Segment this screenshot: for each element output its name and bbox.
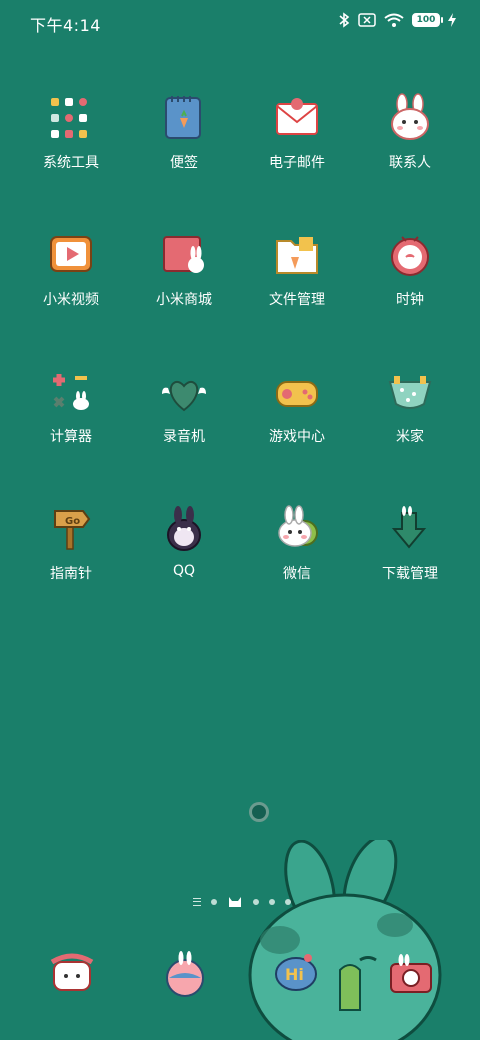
cat-page-icon	[229, 897, 241, 907]
app-label: 米家	[396, 429, 424, 445]
app-label: 小米视频	[43, 292, 99, 308]
app-label: 便签	[170, 155, 198, 171]
app-label: 计算器	[50, 429, 92, 445]
gamepad-icon	[271, 366, 323, 418]
app-label: 指南针	[50, 566, 92, 582]
app-label: 文件管理	[269, 292, 325, 308]
app-mi-store[interactable]: 小米商城	[129, 229, 239, 309]
alarm-clock-icon	[384, 229, 436, 281]
envelope-icon	[271, 92, 323, 144]
store-box-icon	[158, 229, 210, 281]
globe-bunny-icon[interactable]	[159, 948, 211, 1000]
app-qq[interactable]: QQ	[129, 503, 239, 579]
wifi-icon	[384, 13, 404, 27]
app-download-manager[interactable]: 下载管理	[355, 503, 465, 583]
bluetooth-icon	[339, 12, 350, 28]
status-icons: 100	[338, 12, 456, 28]
signpost-icon: Go	[45, 503, 97, 555]
svg-text:Hi: Hi	[285, 965, 304, 984]
floating-ball-icon[interactable]	[249, 802, 269, 822]
penguin-bunny-icon	[158, 503, 210, 555]
download-arrow-icon	[384, 503, 436, 555]
battery-indicator: 100	[412, 13, 443, 27]
app-label: 系统工具	[43, 155, 99, 171]
bunny-contact-icon	[384, 92, 436, 144]
folder-icon	[271, 229, 323, 281]
page-dot	[285, 899, 291, 905]
charging-icon	[448, 13, 456, 27]
app-email[interactable]: 电子邮件	[242, 92, 352, 172]
page-dot	[211, 899, 217, 905]
page-dot	[269, 899, 275, 905]
home-cloth-icon	[384, 366, 436, 418]
app-label: 小米商城	[156, 292, 212, 308]
status-bar: 下午4:14 100	[0, 0, 480, 44]
page-indicator[interactable]	[193, 892, 291, 912]
page-dot	[253, 899, 259, 905]
app-wechat[interactable]: 微信	[242, 503, 352, 583]
app-system-tools[interactable]: 系统工具	[16, 92, 126, 172]
no-sim-icon	[358, 13, 376, 27]
app-label: 录音机	[163, 429, 205, 445]
calculator-icon	[45, 366, 97, 418]
phone-bunny-icon[interactable]	[46, 948, 98, 1000]
app-file-manager[interactable]: 文件管理	[242, 229, 352, 309]
bunny-wallpaper-illustration	[248, 840, 442, 1040]
svg-text:Go: Go	[65, 516, 80, 527]
hi-chat-icon[interactable]: Hi	[272, 948, 324, 1000]
camera-bunny-icon[interactable]	[385, 948, 437, 1000]
app-label: 电子邮件	[269, 155, 325, 171]
dock: Hi	[0, 948, 480, 1008]
app-label: QQ	[172, 563, 196, 579]
app-compass[interactable]: Go 指南针	[16, 503, 126, 583]
app-notes[interactable]: 便签	[129, 92, 239, 172]
tools-grid-icon	[45, 92, 97, 144]
app-game-center[interactable]: 游戏中心	[242, 366, 352, 446]
app-label: 时钟	[396, 292, 424, 308]
status-time: 下午4:14	[30, 16, 101, 35]
app-label: 微信	[283, 566, 311, 582]
app-recorder[interactable]: 录音机	[129, 366, 239, 446]
wechat-bunny-icon	[271, 503, 323, 555]
menu-page-icon	[193, 898, 201, 906]
app-label: 游戏中心	[269, 429, 325, 445]
app-mi-video[interactable]: 小米视频	[16, 229, 126, 309]
video-play-icon	[45, 229, 97, 281]
app-calculator[interactable]: 计算器	[16, 366, 126, 446]
app-clock[interactable]: 时钟	[355, 229, 465, 309]
winged-heart-icon	[158, 366, 210, 418]
notepad-icon	[158, 92, 210, 144]
app-label: 联系人	[389, 155, 431, 171]
app-label: 下载管理	[382, 566, 438, 582]
app-mi-home[interactable]: 米家	[355, 366, 465, 446]
app-contacts[interactable]: 联系人	[355, 92, 465, 172]
